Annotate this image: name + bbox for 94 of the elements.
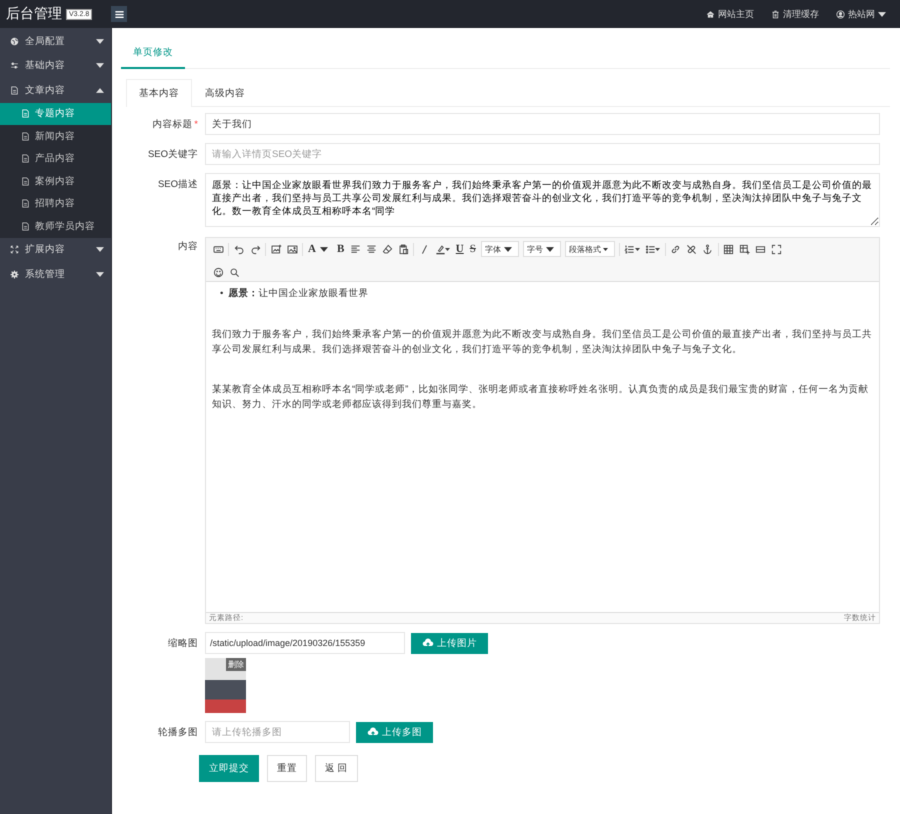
document-icon [21,222,30,231]
menu-toggle-button[interactable] [111,6,127,22]
sidebar-menu-item[interactable]: 扩展内容 [0,238,111,262]
caret-icon [504,246,512,252]
home-icon [706,10,715,18]
cloud-upload-icon [422,637,434,649]
field-label: 轮播多图 [158,727,198,738]
table-icon[interactable] [723,244,734,254]
upload-image-button[interactable]: 上传图片 [411,632,488,654]
field-label: 内容 [178,241,198,252]
delete-button[interactable]: 删除 [226,658,246,671]
caret-icon [603,246,608,252]
app-title: 后台管理 [6,5,62,23]
paste-icon[interactable] [398,244,409,254]
sliders-icon [10,61,19,70]
upload-input[interactable]: 请上传轮播多图 [205,721,350,743]
align-left-icon[interactable] [350,244,361,254]
topbar-link[interactable]: 热站网 [836,8,886,20]
secondary-button[interactable]: 返 回 [315,755,358,782]
cloud-upload-icon [367,726,379,738]
search-icon[interactable] [228,267,240,278]
sidebar-submenu-item[interactable]: 专题内容 [0,102,111,125]
globe-icon [10,36,19,46]
sidebar-submenu-item[interactable]: 新闻内容 [0,125,111,148]
emoji-icon[interactable] [212,267,224,278]
eraser-icon[interactable] [382,244,393,254]
caret-icon [320,246,328,252]
trash-icon [771,10,780,18]
field-label: SEO描述 [158,179,198,190]
form-tab[interactable]: 高级内容 [192,79,258,107]
secondary-button[interactable]: 重置 [267,755,307,782]
form-tab[interactable]: 基本内容 [126,79,192,107]
sidebar-menu-item[interactable]: 系统管理 [0,262,111,286]
expand-arrows-icon [10,245,19,254]
toolbar-dropdown[interactable]: 字体 [480,241,519,257]
caret-icon [634,246,640,252]
upload-images-button[interactable]: 上传多图 [356,722,433,742]
anchor-icon[interactable] [702,244,714,254]
submit-button[interactable]: 立即提交 [199,755,259,782]
link-icon[interactable] [670,244,682,254]
document-icon [21,176,30,186]
page-tab[interactable]: 单页修改 [121,42,185,69]
editor-list-item: 愿景：让中国企业家放眼看世界 [228,287,368,301]
table-row-icon[interactable] [755,244,766,254]
document-icon [21,109,30,118]
toolbar-dropdown[interactable]: 段落格式 [564,241,615,257]
editor-paragraph: 某某教育全体成员互相称呼本名“同学或老师”，比如张同学、张明老师或者直接称呼姓名张明。认真负责的成员是我们最宝贵的财富，任何一名为贡献知识、努力、汗水的同学或老师都应该得到我们尊重与嘉奖。 [212,382,870,412]
keyboard-icon[interactable] [212,244,224,254]
field-label: SEO关键字 [148,149,198,160]
caret-icon [878,12,886,16]
sidebar-submenu-item[interactable]: 招聘内容 [0,192,111,215]
unlink-icon[interactable] [686,244,698,254]
image-add-icon[interactable] [270,244,282,254]
caret-icon [445,246,450,252]
toolbar-dropdown[interactable]: 字号 [522,241,561,257]
field-label: 缩略图 [168,638,198,649]
font-color-button[interactable]: A [305,243,334,255]
table-add-icon[interactable] [739,244,750,254]
sidebar-menu-item[interactable]: 文章内容 [0,78,111,102]
sidebar-menu-item[interactable]: 全局配置 [0,29,111,54]
fullscreen-icon[interactable] [771,244,782,254]
text-input[interactable]: 请输入详情页SEO关键字 [205,143,880,165]
image-icon[interactable] [286,244,298,254]
document-icon [21,199,30,208]
caret-icon [655,246,660,252]
document-icon [21,132,30,141]
bold-button[interactable]: B [334,243,348,255]
sidebar-menu-item[interactable]: 基础内容 [0,54,111,78]
align-center-icon[interactable] [366,244,377,254]
editor-paragraph: 我们致力于服务客户，我们始终秉承客户第一的价值观并愿意为此不断改变与成熟自身。我们坚信员工是公司价值的最直接产出者，我们坚持与员工共享公司发展红利与成果。我们选择艰苦奋斗的创业文化，我们打造平等的竞争机制，坚决淘汰掉团队中兔子与兔子文化。 [212,328,873,357]
sidebar-submenu-item[interactable]: 产品内容 [0,148,111,170]
field-label: 内容标题 [152,119,192,130]
settings-icon [10,270,19,279]
underline-button[interactable]: U [452,243,467,255]
menu-icon [114,8,124,20]
user-avatar-icon [836,10,845,18]
bullet-marker: • [220,287,224,301]
image-path-input[interactable]: /static/upload/image/20190326/155359 [205,632,405,654]
caret-icon [546,246,554,252]
sidebar-submenu-item[interactable]: 教师学员内容 [0,215,111,238]
description-textarea[interactable]: 愿景：让中国企业家放眼看世界我们致力于服务客户，我们始终秉承客户第一的价值观并愿意为此不断改变与成熟自身。我们坚信员工是公司价值的最直接产出者，我们坚持与员工共享公司发展红利与成果。我们选择艰苦奋斗的创业文化，我们打造平等的竞争机制，坚决淘汰掉团队中兔子与兔子文化。数一教育全体成员互相称呼本名“同学 [205,173,880,227]
text-input[interactable]: 关于我们 [205,113,880,135]
strikethrough-button[interactable]: S [466,243,479,255]
sidebar-submenu-item[interactable]: 案例内容 [0,170,111,192]
document-icon [10,86,19,95]
redo-icon[interactable] [250,244,260,254]
bullet-list-icon[interactable] [644,244,656,254]
required-mark: * [194,119,198,130]
highlighter-icon[interactable] [434,244,446,254]
document-icon [21,154,30,164]
topbar-link[interactable]: 清理缓存 [771,8,819,20]
undo-icon[interactable] [234,244,244,254]
topbar-link[interactable]: 网站主页 [706,8,754,20]
ordered-list-icon[interactable] [624,244,636,254]
